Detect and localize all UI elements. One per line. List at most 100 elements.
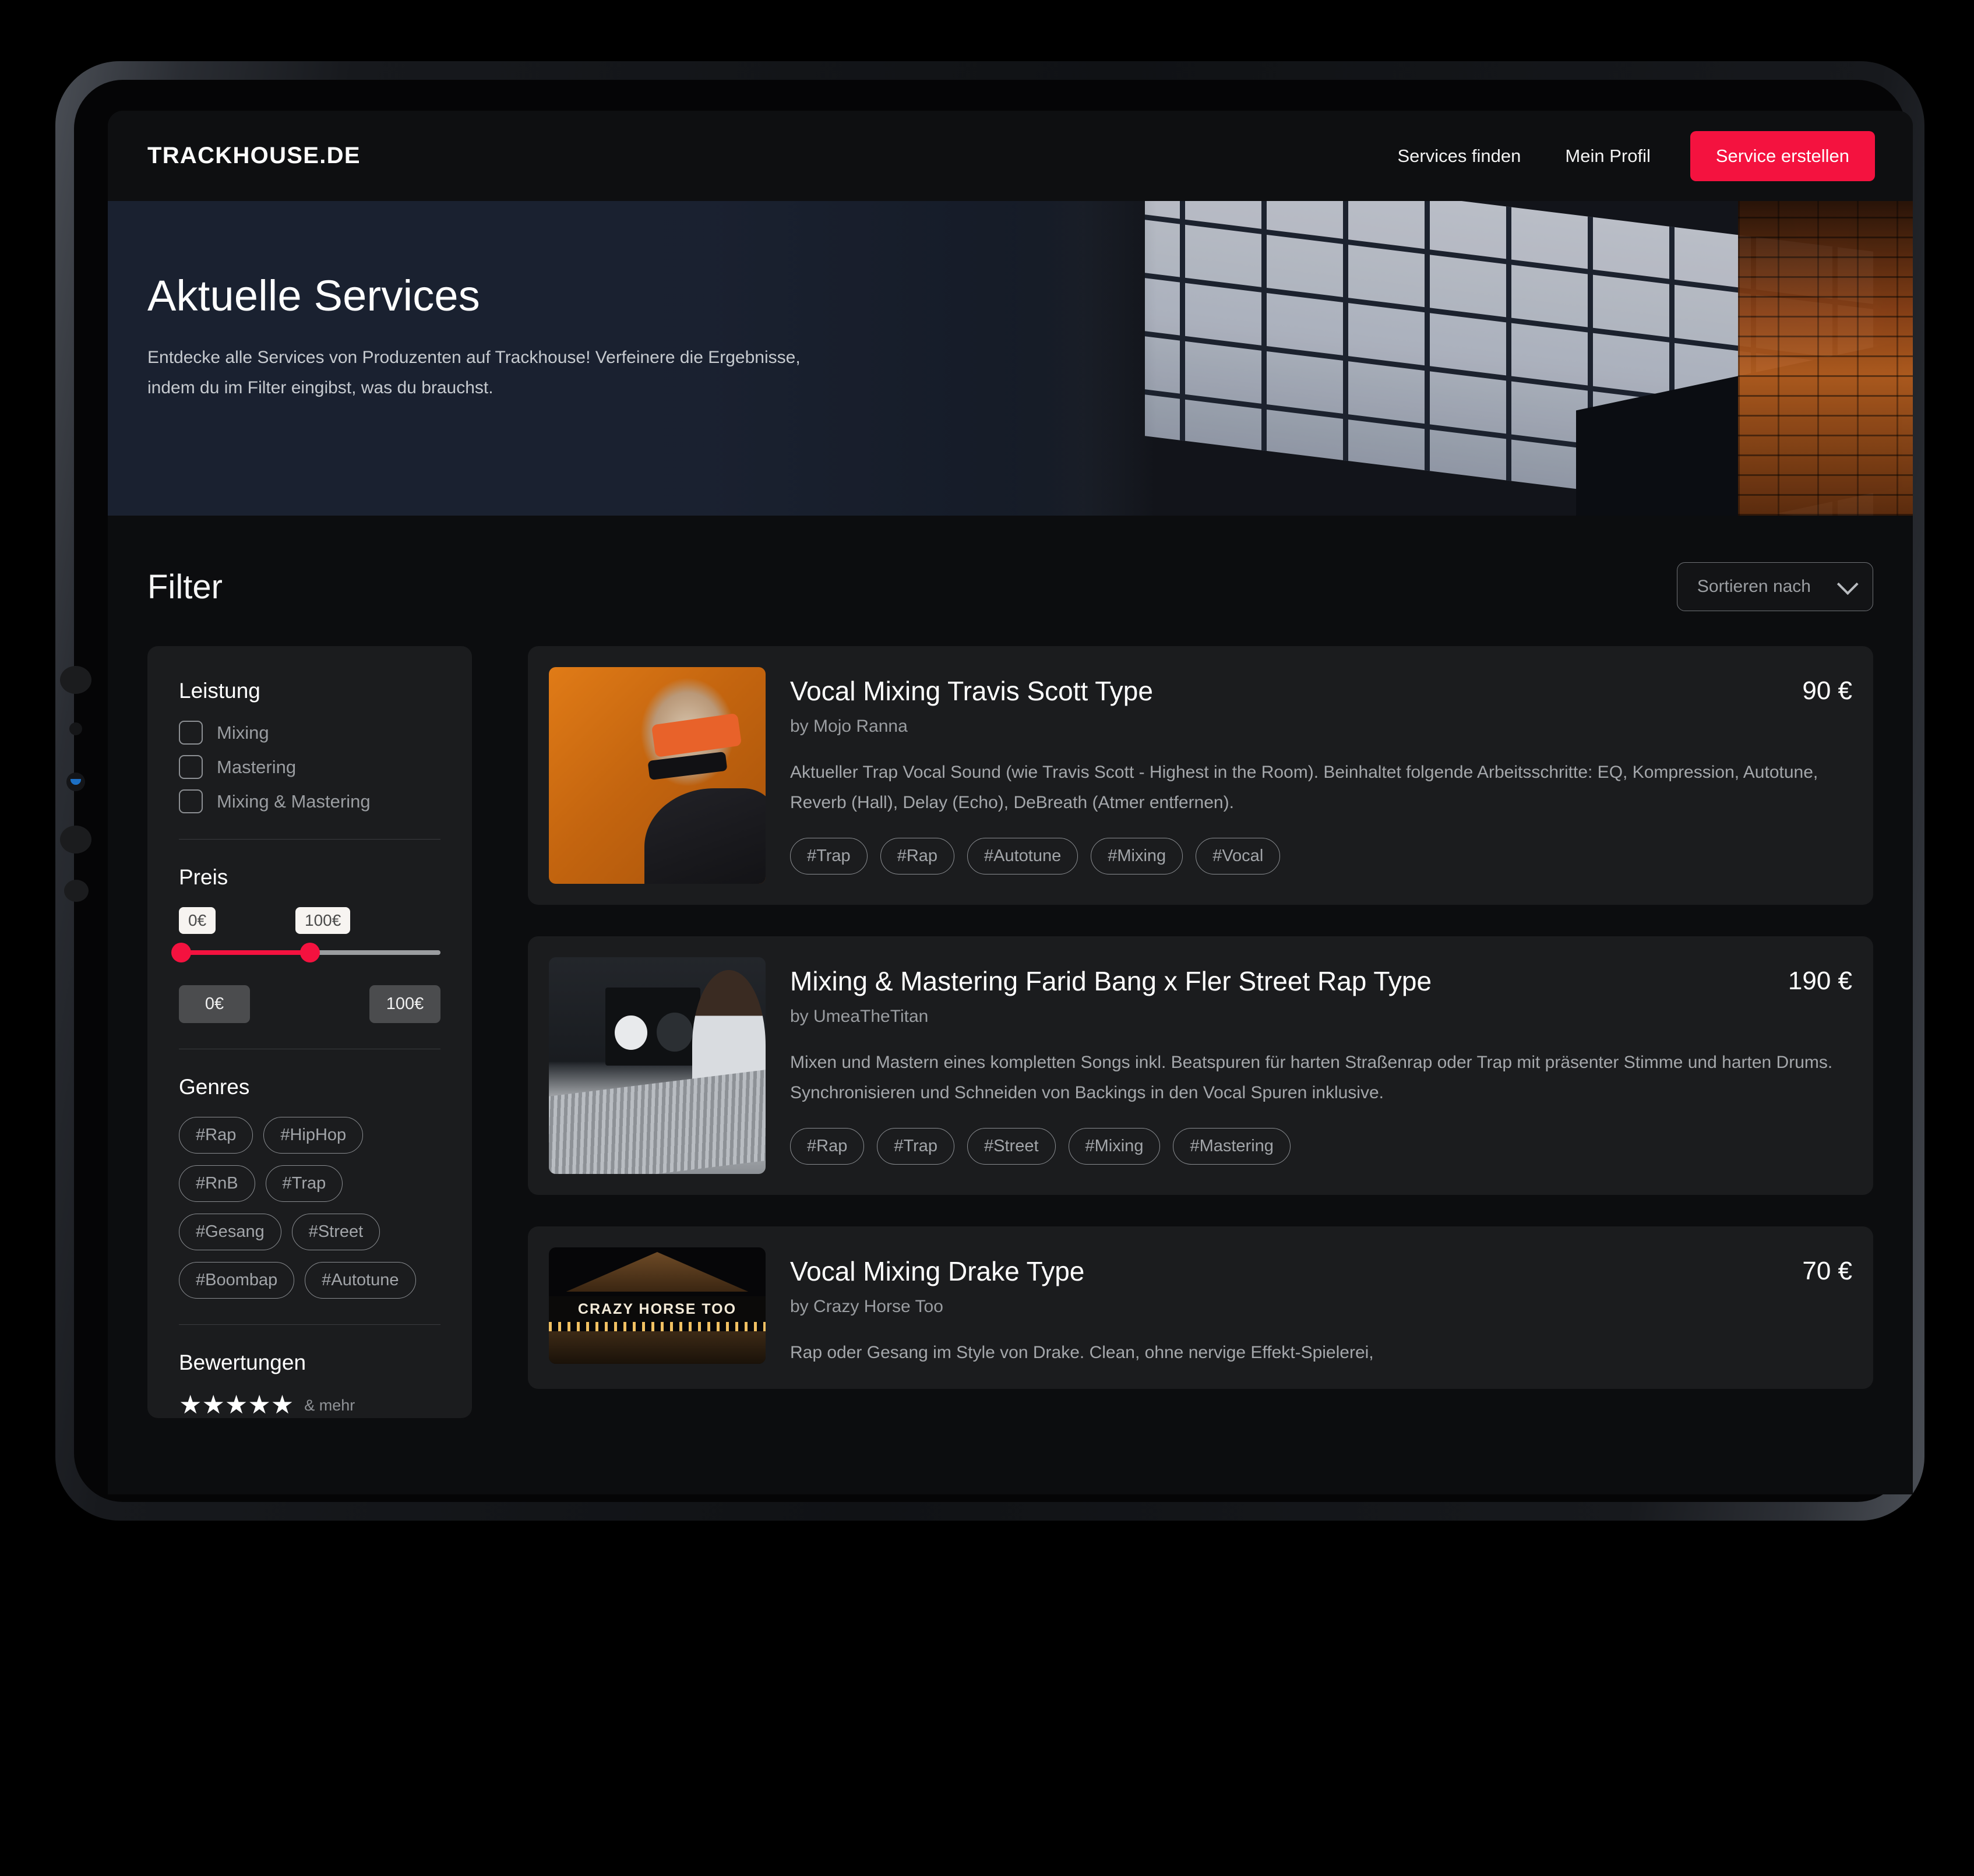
hero-title: Aktuelle Services (147, 271, 480, 320)
filter-divider (179, 839, 440, 840)
genre-chip-street[interactable]: #Street (291, 1214, 380, 1250)
checkbox-icon[interactable] (179, 789, 203, 813)
page-title: Filter (147, 567, 223, 606)
genre-chip-hiphop[interactable]: #HipHop (263, 1117, 364, 1154)
create-service-button[interactable]: Service erstellen (1690, 131, 1875, 181)
price-slider-fill (179, 950, 310, 955)
service-tag[interactable]: #Street (967, 1128, 1056, 1165)
service-description: Mixen und Mastern eines kompletten Songs… (790, 1052, 1833, 1103)
nav-link-services-finden[interactable]: Services finden (1375, 146, 1543, 167)
price-bubbles: 0€ 100€ (179, 907, 440, 940)
device-camera-icon (66, 773, 85, 791)
service-title[interactable]: Vocal Mixing Drake Type (790, 1254, 1785, 1289)
rapper-portrait-image (549, 667, 766, 884)
genre-chip-rap[interactable]: #Rap (179, 1117, 253, 1154)
price-range-slider[interactable] (171, 943, 440, 962)
genre-chip-autotune[interactable]: #Autotune (305, 1262, 416, 1299)
studio-console-image (549, 957, 766, 1174)
service-thumbnail: CRAZY HORSE TOO (549, 1247, 766, 1364)
hero-banner: Aktuelle Services Entdecke alle Services… (108, 201, 1913, 516)
service-title-row: Vocal Mixing Drake Type 70 € (790, 1254, 1852, 1289)
filter-divider (179, 1324, 440, 1325)
service-card-body: Vocal Mixing Travis Scott Type 90 € by M… (790, 667, 1852, 884)
service-description: Rap oder Gesang im Style von Drake. Clea… (790, 1342, 1374, 1362)
hero-brick-wall-decoration (1738, 201, 1913, 516)
service-price: 70 € (1802, 1257, 1852, 1285)
hero-subtitle: Entdecke alle Services von Produzenten a… (147, 348, 801, 397)
service-card-body: Vocal Mixing Drake Type 70 € by Crazy Ho… (790, 1247, 1852, 1368)
filter-checkbox-label: Mastering (217, 756, 297, 777)
service-tag-list: #Trap #Rap #Autotune #Mixing #Vocal (790, 838, 1852, 875)
price-bubble-min: 0€ (179, 907, 216, 934)
content-layout: Leistung Mixing Mastering Mixing & Maste… (147, 646, 1873, 1418)
service-title[interactable]: Mixing & Mastering Farid Bang x Fler Str… (790, 964, 1771, 999)
nav-links: Services finden Mein Profil Service erst… (1375, 131, 1875, 181)
genre-chip-trap[interactable]: #Trap (265, 1165, 343, 1202)
filter-checkbox-mastering[interactable]: Mastering (179, 755, 440, 779)
crazy-horse-too-club-image: CRAZY HORSE TOO (549, 1247, 766, 1364)
service-card[interactable]: Mixing & Mastering Farid Bang x Fler Str… (528, 936, 1873, 1195)
price-min-input[interactable] (179, 985, 250, 1023)
device-side-port-3 (60, 826, 91, 854)
service-card[interactable]: Vocal Mixing Travis Scott Type 90 € by M… (528, 646, 1873, 905)
filter-checkbox-mixing[interactable]: Mixing (179, 721, 440, 745)
service-tag[interactable]: #Rap (880, 838, 955, 875)
chevron-down-icon (1836, 573, 1859, 595)
browser-viewport: TRACKHOUSE.DE Services finden Mein Profi… (108, 111, 1913, 1494)
rating-filter-row[interactable]: ★★★★★ & mehr (179, 1392, 440, 1418)
service-card[interactable]: CRAZY HORSE TOO Vocal Mixing Drake Type … (528, 1226, 1873, 1390)
checkbox-icon[interactable] (179, 721, 203, 745)
service-tag[interactable]: #Rap (790, 1128, 865, 1165)
service-tag-list: #Rap #Trap #Street #Mixing #Mastering (790, 1128, 1852, 1165)
sort-by-label: Sortieren nach (1697, 577, 1811, 596)
price-slider-thumb-max[interactable] (299, 943, 320, 962)
genre-chip-gesang[interactable]: #Gesang (179, 1214, 281, 1250)
filter-checkbox-label: Mixing (217, 722, 269, 743)
rating-more-label: & mehr (304, 1397, 355, 1414)
service-tag[interactable]: #Mixing (1091, 838, 1183, 875)
device-side-port-4 (64, 880, 89, 902)
brand-logo[interactable]: TRACKHOUSE.DE (147, 143, 361, 169)
filter-section-genres-title: Genres (179, 1075, 250, 1099)
service-card-body: Mixing & Mastering Farid Bang x Fler Str… (790, 957, 1852, 1174)
service-author[interactable]: by Crazy Horse Too (790, 1297, 1852, 1317)
service-author[interactable]: by UmeaTheTitan (790, 1007, 1852, 1027)
filter-section-preis-title: Preis (179, 865, 228, 889)
content-header: Filter Sortieren nach (147, 562, 1873, 611)
genre-chip-list: #Rap #HipHop #RnB #Trap #Gesang #Street … (179, 1117, 440, 1299)
filter-checkbox-mixing-mastering[interactable]: Mixing & Mastering (179, 789, 440, 813)
main-content: Filter Sortieren nach Leistung Mixing Ma… (108, 516, 1913, 1494)
sort-by-dropdown[interactable]: Sortieren nach (1676, 562, 1873, 611)
nav-link-mein-profil[interactable]: Mein Profil (1543, 146, 1672, 167)
service-thumbnail (549, 667, 766, 884)
filter-section-leistung-title: Leistung (179, 679, 260, 703)
genre-chip-boombap[interactable]: #Boombap (179, 1262, 295, 1299)
price-max-input[interactable] (369, 985, 440, 1023)
service-tag[interactable]: #Trap (877, 1128, 955, 1165)
service-tag[interactable]: #Mixing (1068, 1128, 1161, 1165)
genre-chip-rnb[interactable]: #RnB (179, 1165, 255, 1202)
price-slider-thumb-min[interactable] (171, 943, 192, 962)
service-title-row: Mixing & Mastering Farid Bang x Fler Str… (790, 964, 1852, 999)
filter-panel: Leistung Mixing Mastering Mixing & Maste… (147, 646, 472, 1418)
price-bubble-max: 100€ (295, 907, 351, 934)
service-price: 90 € (1802, 676, 1852, 705)
service-author[interactable]: by Mojo Ranna (790, 717, 1852, 736)
filter-checkbox-label: Mixing & Mastering (217, 791, 371, 812)
service-title[interactable]: Vocal Mixing Travis Scott Type (790, 674, 1785, 708)
star-rating-icon[interactable]: ★★★★★ (179, 1392, 294, 1418)
service-tag[interactable]: #Trap (790, 838, 868, 875)
service-tag[interactable]: #Autotune (967, 838, 1078, 875)
filter-section-bewertungen-title: Bewertungen (179, 1350, 306, 1374)
device-side-port-1 (60, 666, 91, 694)
service-price: 190 € (1788, 967, 1852, 995)
service-title-row: Vocal Mixing Travis Scott Type 90 € (790, 674, 1852, 708)
device-side-port-2 (69, 722, 82, 735)
club-marquee-caption: CRAZY HORSE TOO (549, 1296, 766, 1322)
service-description: Aktueller Trap Vocal Sound (wie Travis S… (790, 762, 1818, 813)
top-navigation-bar: TRACKHOUSE.DE Services finden Mein Profi… (108, 111, 1913, 201)
service-tag[interactable]: #Mastering (1173, 1128, 1291, 1165)
service-tag[interactable]: #Vocal (1196, 838, 1281, 875)
service-card-list: Vocal Mixing Travis Scott Type 90 € by M… (528, 646, 1873, 1390)
checkbox-icon[interactable] (179, 755, 203, 779)
